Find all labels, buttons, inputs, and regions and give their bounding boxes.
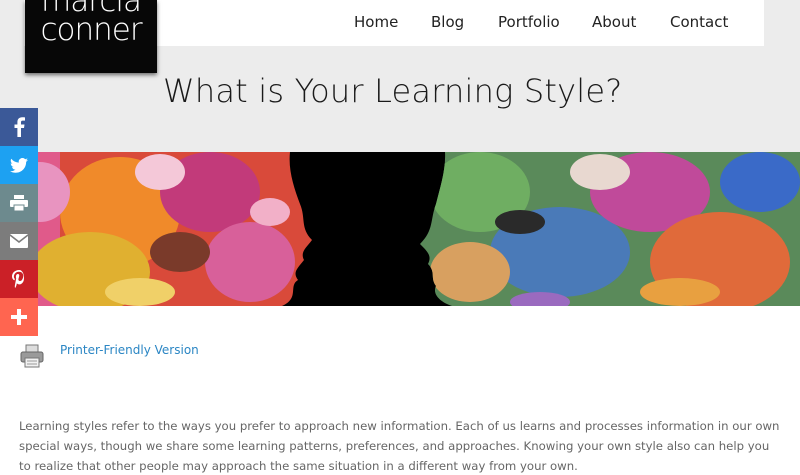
share-twitter[interactable] [0, 146, 38, 184]
print-icon [10, 195, 28, 211]
nav-home[interactable]: Home [354, 13, 398, 31]
share-print[interactable] [0, 184, 38, 222]
nav-contact[interactable]: Contact [670, 13, 728, 31]
facebook-icon [14, 117, 25, 137]
watercolor-faces-image [0, 152, 800, 306]
nav-about[interactable]: About [592, 13, 636, 31]
printer-friendly-link[interactable]: Printer-Friendly Version [60, 343, 199, 357]
pinterest-icon [12, 270, 24, 288]
plus-icon [11, 309, 27, 325]
share-email[interactable] [0, 222, 38, 260]
email-icon [10, 234, 28, 248]
hero-image [0, 152, 800, 306]
logo-text-bottom: conner [40, 12, 142, 48]
page-title: What is Your Learning Style? [163, 72, 623, 110]
nav-blog[interactable]: Blog [431, 13, 464, 31]
share-pinterest[interactable] [0, 260, 38, 298]
twitter-icon [10, 157, 28, 173]
intro-paragraph: Learning styles refer to the ways you pr… [19, 419, 780, 473]
site-logo[interactable]: marcia conner [25, 0, 157, 73]
nav-portfolio[interactable]: Portfolio [498, 13, 560, 31]
printer-icon[interactable] [20, 344, 44, 373]
share-more[interactable] [0, 298, 38, 336]
share-facebook[interactable] [0, 108, 38, 146]
